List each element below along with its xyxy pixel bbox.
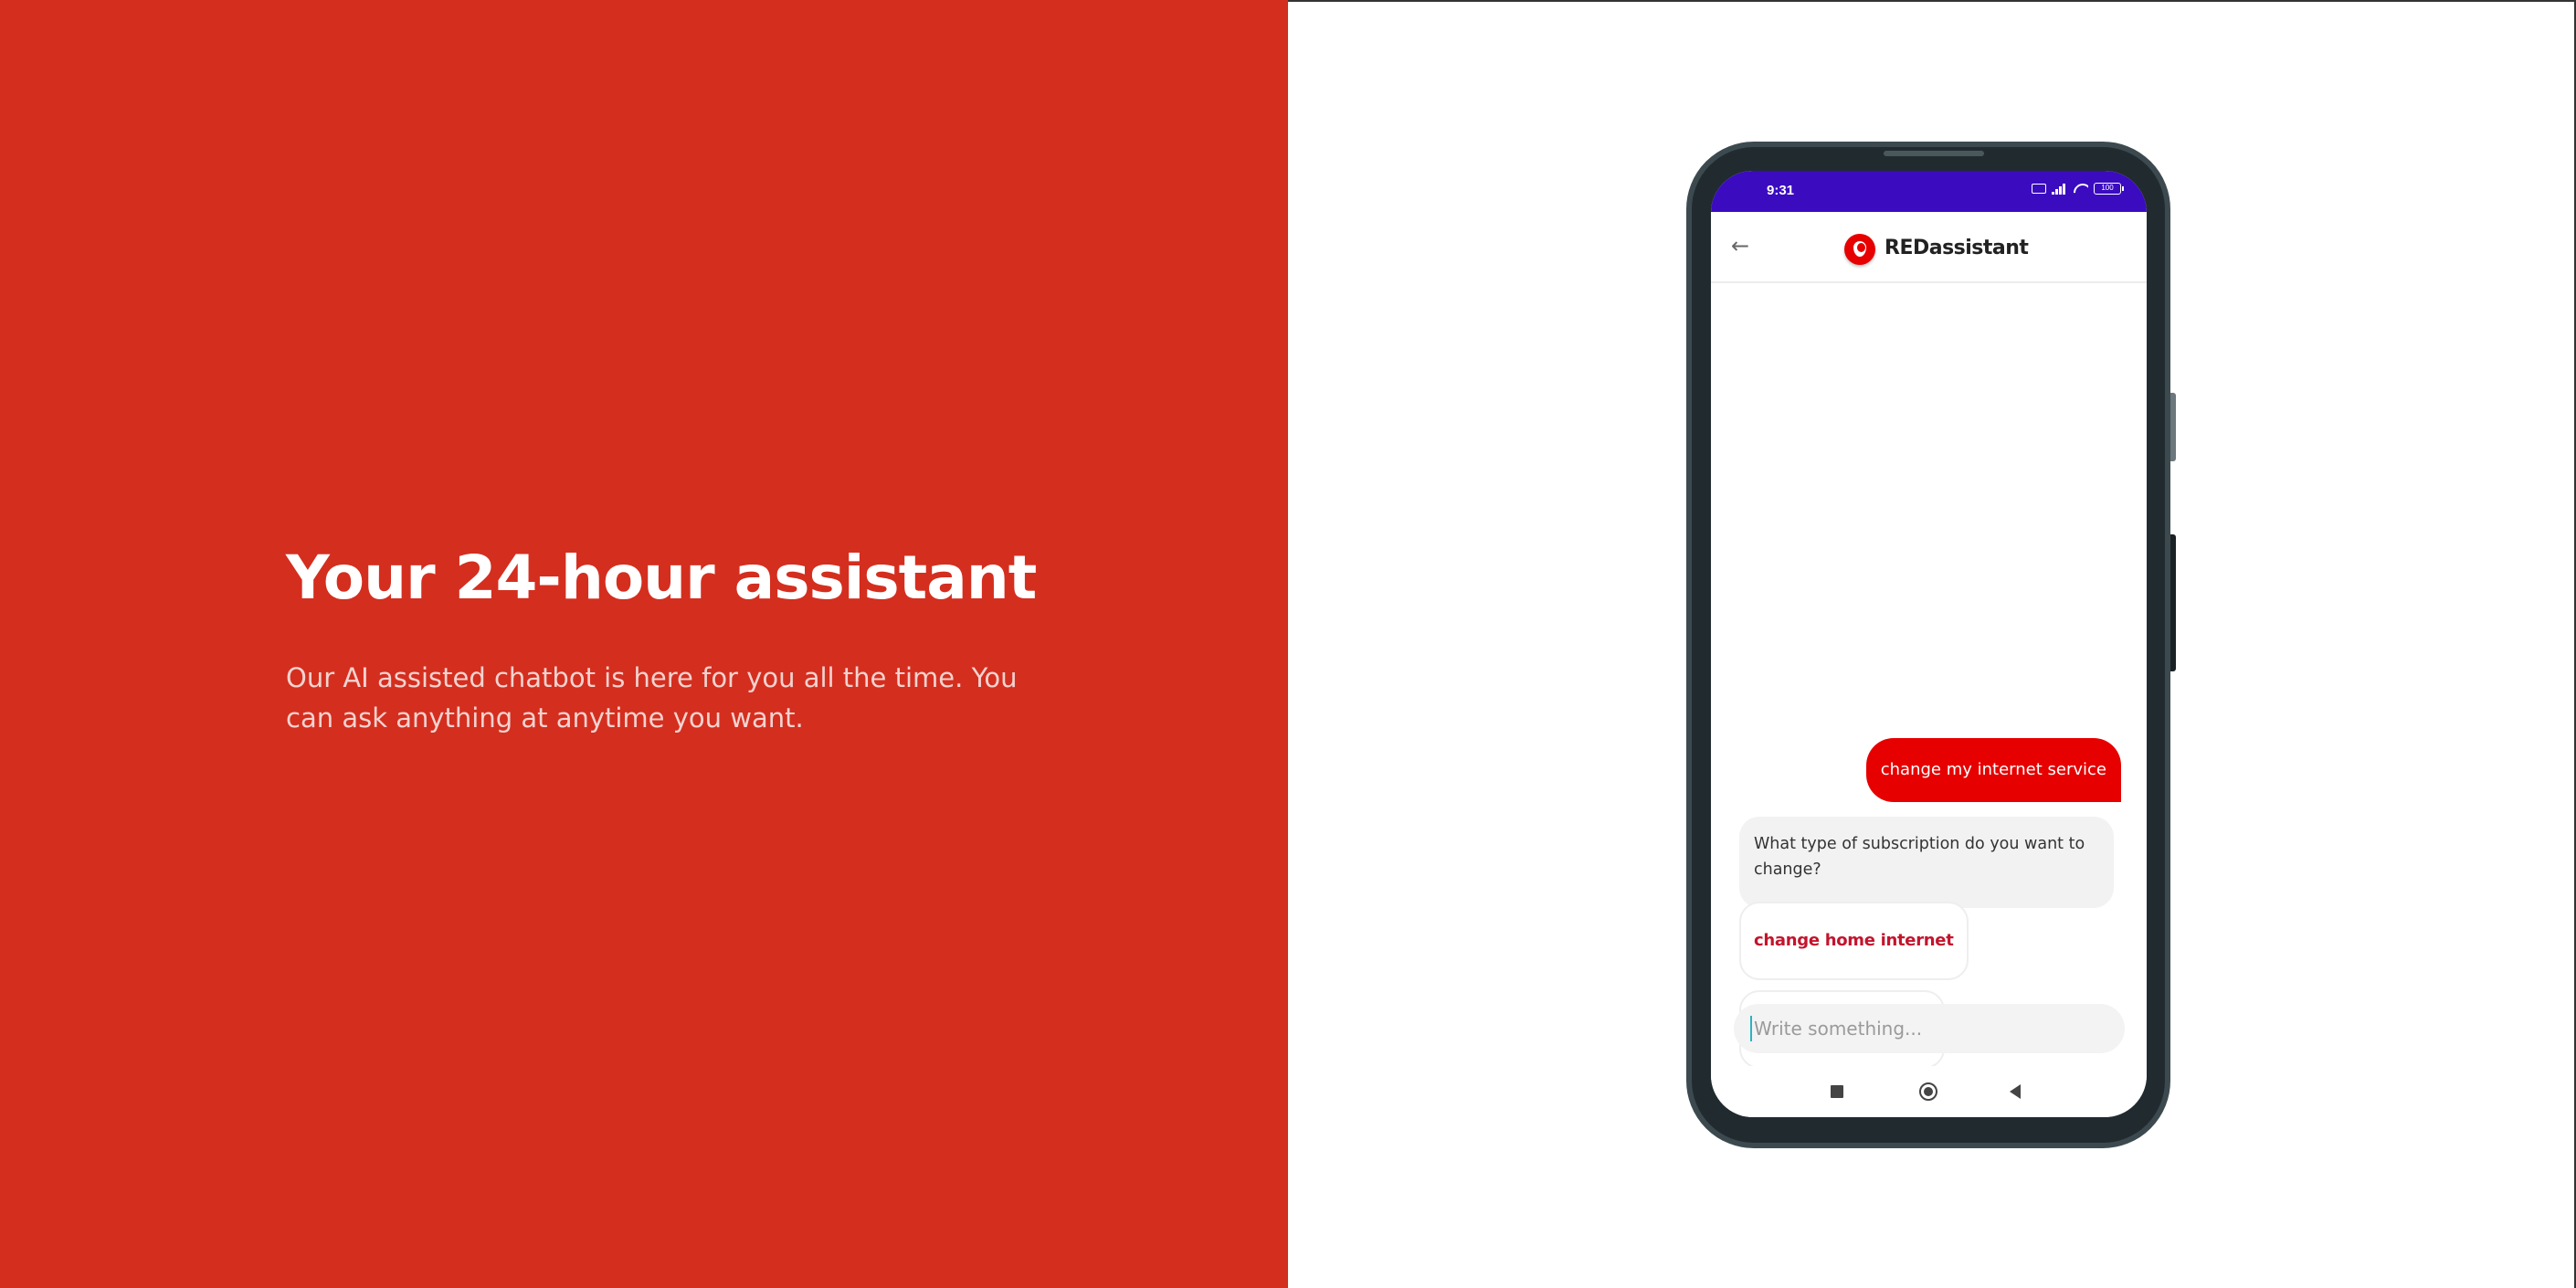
phone-power-button [2170,534,2176,671]
message-composer[interactable] [1734,1004,2125,1053]
phone-speaker-grill [1884,151,1984,156]
chat-title: REDassistant [1884,237,2029,259]
arrow-left-icon[interactable]: ← [1726,232,1755,261]
vodafone-logo-icon [1844,234,1875,265]
message-input[interactable] [1754,1004,2110,1053]
phone-volume-button [2170,393,2176,461]
status-icons: 100 [2032,183,2124,195]
phone-screen: 9:31 100 ← REDassistant change my intern… [1711,171,2147,1117]
signal-icon [2052,183,2068,195]
chat-messages[interactable]: change my internet service What type of … [1711,283,2147,1069]
hero-description: Our AI assisted chatbot is here for you … [286,662,1018,734]
quick-reply-home-internet[interactable]: change home internet [1739,902,1969,980]
wifi-icon [2074,184,2088,195]
status-bar: 9:31 100 [1711,171,2147,212]
text-caret [1750,1016,1752,1041]
back-triangle-icon[interactable] [2010,1084,2021,1099]
android-nav-bar [1711,1066,2147,1117]
user-message: change my internet service [1865,738,2121,802]
bot-message: What type of subscription do you want to… [1739,817,2114,908]
hero-title: Your 24-hour assistant [286,543,1037,613]
hero-panel: Your 24-hour assistant Our AI assisted c… [0,0,1288,1288]
chat-header: ← REDassistant [1711,212,2147,283]
status-time: 9:31 [1767,183,1795,198]
home-icon[interactable] [1919,1082,1937,1101]
notification-box-icon [2032,184,2046,194]
recent-apps-icon[interactable] [1831,1085,1843,1098]
battery-icon: 100 [2094,183,2124,195]
